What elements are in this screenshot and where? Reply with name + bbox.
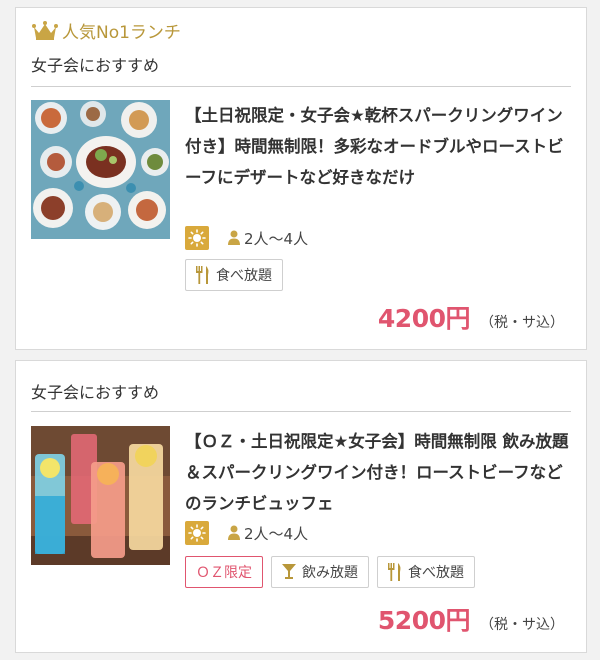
divider [31,411,571,412]
plan-title[interactable]: 【ＯＺ・土日祝限定★女子会】時間無制限 飲み放題＆スパークリングワイン付き！ロー… [185,426,570,519]
plan-thumbnail[interactable] [31,426,170,565]
plan-card-2[interactable]: 女子会におすすめ 【ＯＺ・土日祝限定★女子会】時間無制限 飲み放題＆スパークリン… [15,360,587,653]
person-icon [228,230,240,245]
tag-label: 食べ放題 [408,565,464,581]
tag-label: 飲み放題 [302,565,358,581]
plan-meta: 2人〜4人 [185,226,308,250]
ranking-header: 人気No1ランチ [32,18,181,43]
people-count-label: 2人〜4人 [244,229,309,248]
plan-tagline: 女子会におすすめ [31,383,160,402]
sun-icon [185,226,209,250]
sun-icon [185,521,209,545]
tag-all-you-can-drink: 飲み放題 [271,556,369,588]
tag-all-you-can-eat: 食べ放題 [377,556,475,588]
tag-label: 食べ放題 [216,268,272,284]
plan-tagline: 女子会におすすめ [31,56,160,75]
crown-icon [32,20,58,40]
tax-note: （税・サ込） [480,315,564,331]
people-count: 2人〜4人 [228,228,308,249]
tag-all-you-can-eat: 食べ放題 [185,259,283,291]
plan-title[interactable]: 【土日祝限定・女子会★乾杯スパークリングワイン付き】時間無制限！多彩なオードブル… [185,100,570,193]
plan-price: 4200円 [377,304,471,333]
price-row: 5200円 （税・サ込） [378,601,564,637]
plan-meta: 2人〜4人 [185,521,308,545]
price-row: 4200円 （税・サ込） [378,299,564,335]
divider [31,86,571,87]
ranking-label: 人気No1ランチ [62,23,181,43]
tag-label: ＯＺ限定 [196,565,252,581]
plan-thumbnail[interactable] [31,100,170,239]
cocktail-glass-icon [282,564,296,579]
tag-oz-limited: ＯＺ限定 [185,556,263,588]
plan-tags: ＯＺ限定 飲み放題 食べ放題 [185,556,483,588]
person-icon [228,525,240,540]
plan-card-1[interactable]: 人気No1ランチ 女子会におすすめ 【土日祝限定・女子会★乾杯スパークリングワイ… [15,7,587,350]
plan-price: 5200円 [377,606,471,635]
people-count: 2人〜4人 [228,523,308,544]
plan-tags: 食べ放題 [185,259,291,291]
fork-knife-icon [388,563,401,581]
fork-knife-icon [196,266,209,284]
tax-note: （税・サ込） [480,617,564,633]
people-count-label: 2人〜4人 [244,524,309,543]
